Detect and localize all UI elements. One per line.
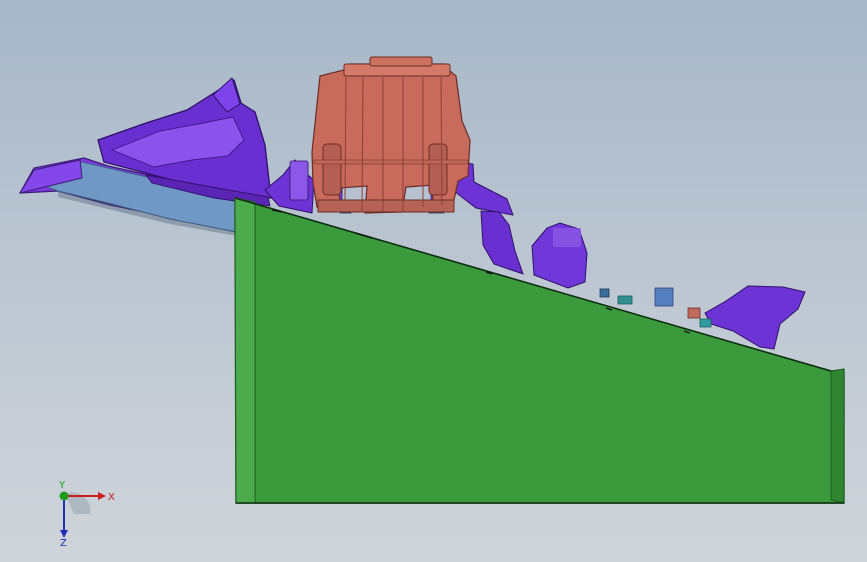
z-axis-label: Z [60, 538, 67, 548]
right-mini-part-5[interactable] [599, 288, 610, 298]
coordinate-triad: X Y Z [58, 480, 115, 548]
base-right-edge[interactable] [830, 368, 845, 504]
motor-top-button[interactable] [369, 56, 433, 67]
right-mid-bracket[interactable] [480, 210, 524, 275]
x-axis-arrow-icon [98, 492, 106, 500]
cad-scene[interactable] [0, 0, 867, 562]
base-left-edge[interactable] [234, 197, 256, 504]
z-axis-arrow-icon [60, 530, 68, 538]
center-clip-1[interactable] [289, 160, 309, 201]
motor-window-right[interactable] [428, 143, 448, 196]
right-mini-part-4[interactable] [699, 318, 712, 328]
x-axis-label: X [108, 492, 115, 503]
right-mini-part-3[interactable] [687, 307, 701, 319]
right-tall-bracket-highlight [553, 228, 581, 247]
y-axis-origin-icon [59, 491, 69, 501]
motor-band [313, 159, 469, 165]
right-mini-part-2[interactable] [654, 287, 674, 307]
y-axis-label: Y [58, 480, 66, 491]
motor-base-ring[interactable] [317, 199, 455, 213]
3d-viewport[interactable]: X Y Z [0, 0, 867, 562]
motor-housing[interactable] [311, 56, 471, 214]
motor-window-left[interactable] [322, 143, 342, 196]
right-mini-part-1[interactable] [617, 295, 633, 305]
